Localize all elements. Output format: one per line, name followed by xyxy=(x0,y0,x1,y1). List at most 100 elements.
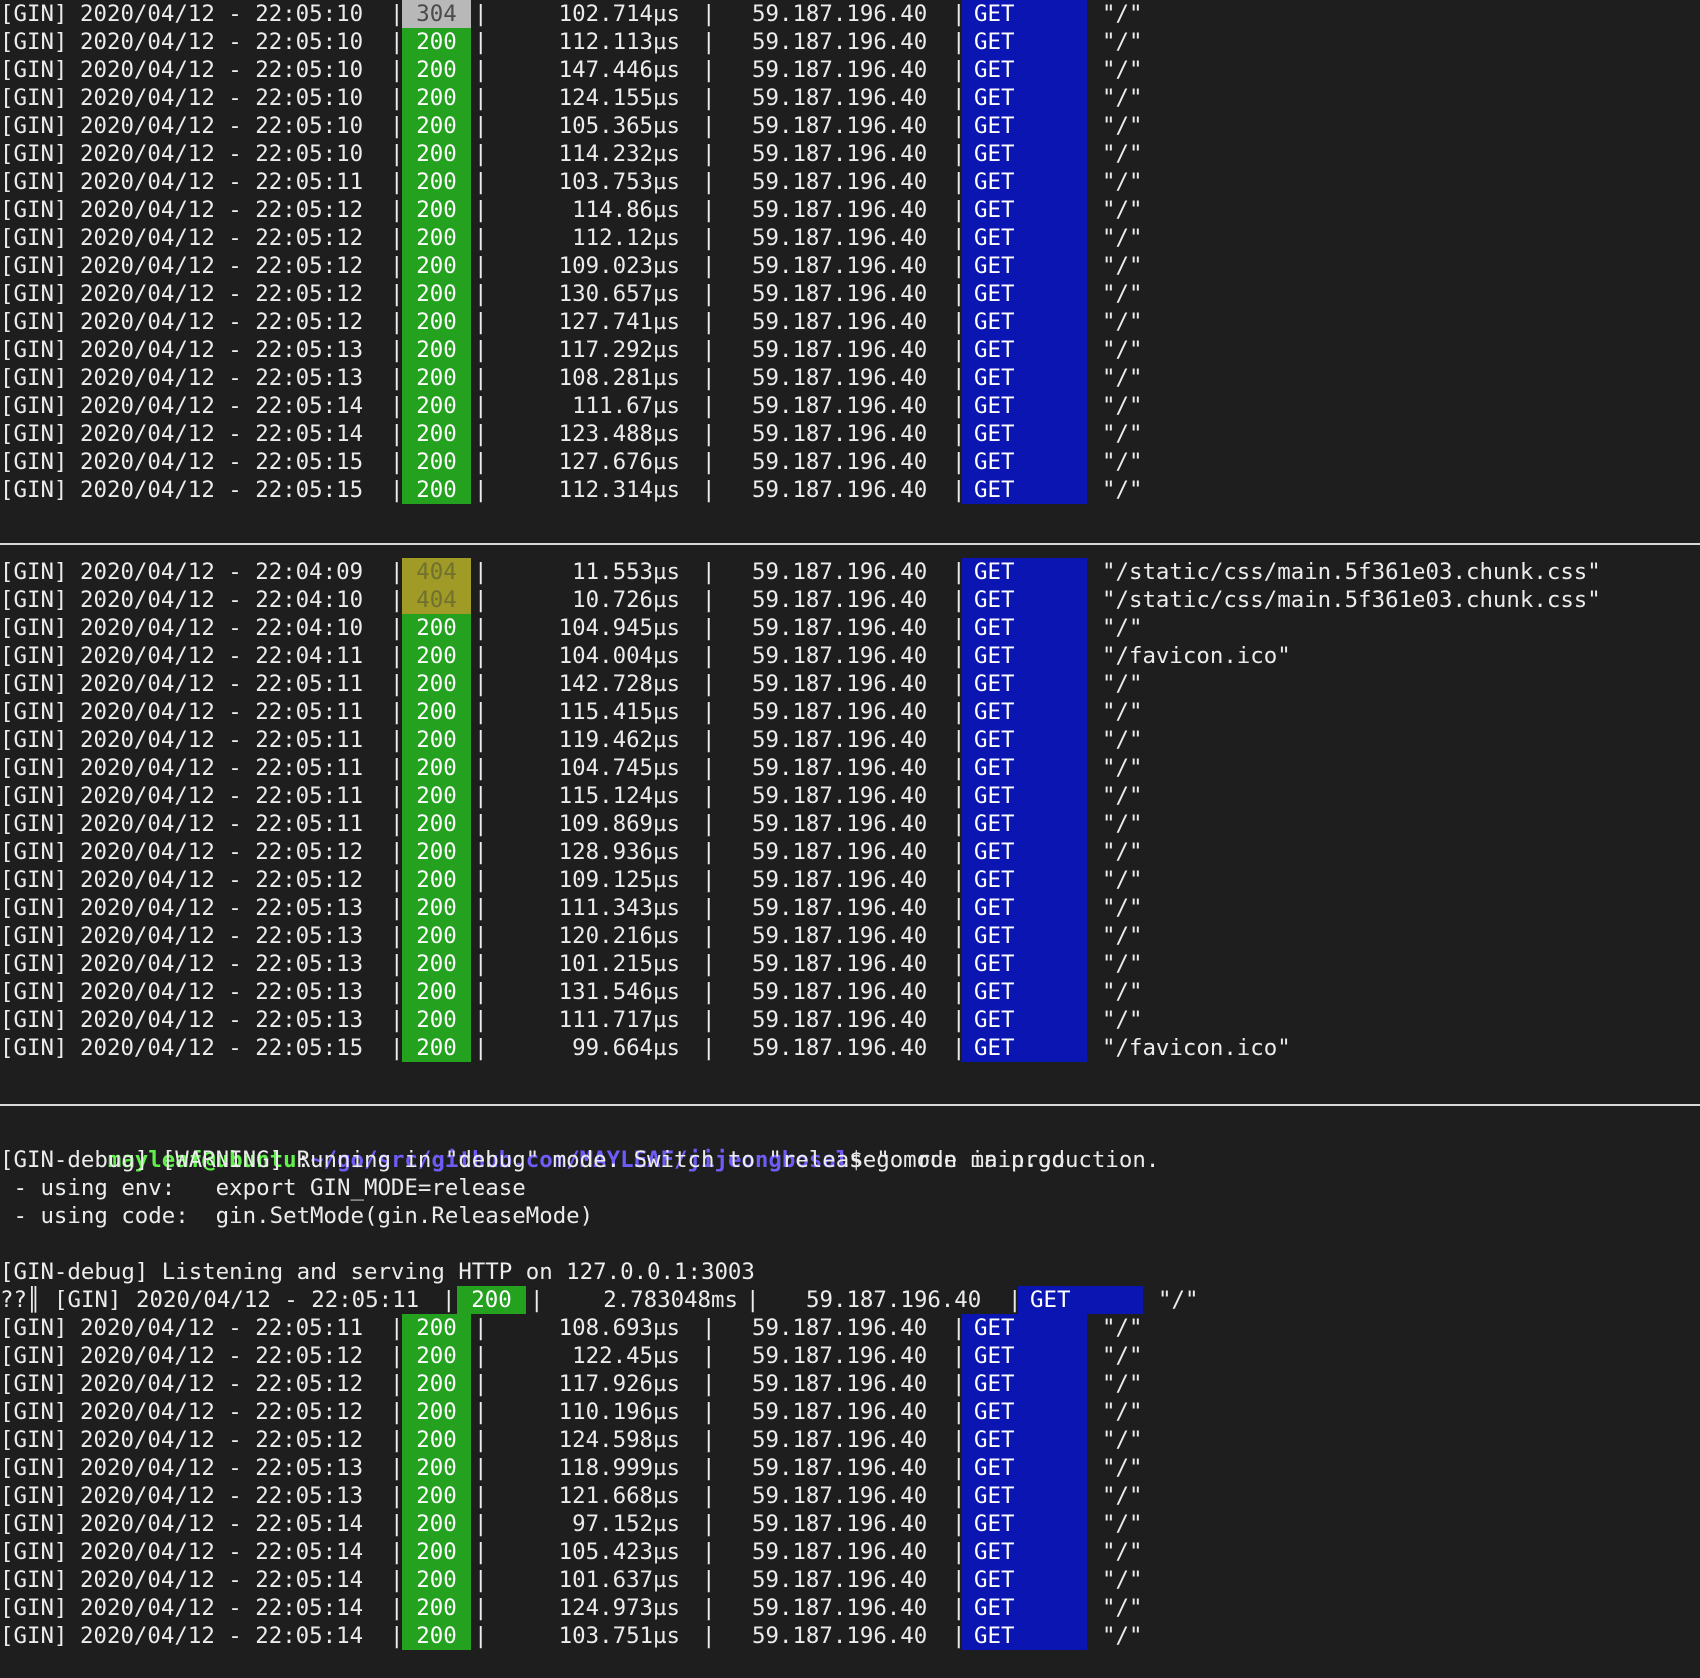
log-prefix: [GIN] xyxy=(0,839,68,865)
status-badge: 200 xyxy=(402,810,471,838)
pipe-separator: | xyxy=(474,1371,488,1397)
pipe-separator: | xyxy=(702,587,716,613)
log-timestamp: 2020/04/12 - 22:05:11 xyxy=(80,755,364,781)
terminal-window[interactable]: [GIN] 2020/04/12 - 22:05:10 | 304 | 102.714µs… xyxy=(0,0,1700,1662)
log-timestamp: 2020/04/12 - 22:05:11 xyxy=(80,783,364,809)
log-row: [GIN] 2020/04/12 - 22:05:12 | 200 | 110.196µs… xyxy=(0,1398,1700,1426)
pipe-separator: | xyxy=(474,559,488,585)
pipe-separator: | xyxy=(702,1,716,27)
log-client-ip: 59.187.196.40 xyxy=(752,113,928,139)
log-row: [GIN] 2020/04/12 - 22:05:13 | 200 | 117.292µs… xyxy=(0,336,1700,364)
log-prefix: [GIN] xyxy=(0,1483,68,1509)
log-client-ip: 59.187.196.40 xyxy=(752,1371,928,1397)
pipe-separator: | xyxy=(474,197,488,223)
pipe-separator: | xyxy=(702,337,716,363)
status-badge: 200 xyxy=(402,1566,471,1594)
log-timestamp: 2020/04/12 - 22:05:12 xyxy=(80,225,364,251)
pipe-separator: | xyxy=(702,979,716,1005)
log-row: [GIN] 2020/04/12 - 22:05:12 | 200 | 114.86µs |… xyxy=(0,196,1700,224)
log-client-ip: 59.187.196.40 xyxy=(752,281,928,307)
log-row: [GIN] 2020/04/12 - 22:05:14 | 200 | 103.751µs… xyxy=(0,1622,1700,1650)
terminal-pane-bottom[interactable]: mayleaf@ubuntu:~/go/src/github.com/MAYLE… xyxy=(0,1118,1700,1650)
log-row: [GIN] 2020/04/12 - 22:05:10 | 200 | 147.446µs… xyxy=(0,56,1700,84)
log-client-ip: 59.187.196.40 xyxy=(752,365,928,391)
pipe-separator: | xyxy=(702,951,716,977)
log-row: [GIN] 2020/04/12 - 22:05:13 | 200 | 121.668µs… xyxy=(0,1482,1700,1510)
log-timestamp: 2020/04/12 - 22:05:13 xyxy=(80,1007,364,1033)
log-row: [GIN] 2020/04/12 - 22:05:12 | 200 | 122.45µs |… xyxy=(0,1342,1700,1370)
log-client-ip: 59.187.196.40 xyxy=(752,1623,928,1649)
log-prefix: [GIN] xyxy=(0,29,68,55)
log-row: [GIN] 2020/04/12 - 22:05:13 | 200 | 131.546µs… xyxy=(0,978,1700,1006)
pipe-separator: | xyxy=(474,895,488,921)
log-latency: 120.216µs xyxy=(558,923,680,949)
log-row: [GIN] 2020/04/12 - 22:05:14 | 200 | 124.973µs… xyxy=(0,1594,1700,1622)
method-badge: GET xyxy=(962,866,1087,894)
log-latency: 147.446µs xyxy=(558,57,680,83)
method-badge: GET xyxy=(962,978,1087,1006)
status-badge: 200 xyxy=(402,922,471,950)
log-client-ip: 59.187.196.40 xyxy=(752,421,928,447)
log-path: "/" xyxy=(1102,1511,1143,1537)
status-badge: 200 xyxy=(402,84,471,112)
status-badge: 200 xyxy=(402,950,471,978)
method-badge: GET xyxy=(962,448,1087,476)
log-path: "/" xyxy=(1102,29,1143,55)
log-path: "/favicon.ico" xyxy=(1102,1035,1291,1061)
log-latency: 131.546µs xyxy=(558,979,680,1005)
log-timestamp: 2020/04/12 - 22:05:12 xyxy=(80,281,364,307)
terminal-pane-middle[interactable]: [GIN] 2020/04/12 - 22:04:09 | 404 | 11.553µs |… xyxy=(0,558,1700,1062)
log-latency: 111.717µs xyxy=(558,1007,680,1033)
pipe-separator: | xyxy=(702,1007,716,1033)
method-badge: GET xyxy=(962,476,1087,504)
log-path: "/" xyxy=(1102,365,1143,391)
log-prefix: [GIN] xyxy=(0,727,68,753)
log-client-ip: 59.187.196.40 xyxy=(752,85,928,111)
log-row: [GIN] 2020/04/12 - 22:05:12 | 200 | 109.125µs… xyxy=(0,866,1700,894)
pipe-separator: | xyxy=(474,1511,488,1537)
log-client-ip: 59.187.196.40 xyxy=(752,1455,928,1481)
log-timestamp: 2020/04/12 - 22:05:12 xyxy=(80,1371,364,1397)
pipe-separator: | xyxy=(702,1035,716,1061)
status-badge: 404 xyxy=(402,558,471,586)
terminal-pane-top[interactable]: [GIN] 2020/04/12 - 22:05:10 | 304 | 102.714µs… xyxy=(0,0,1700,504)
log-latency: 112.113µs xyxy=(558,29,680,55)
status-badge: 200 xyxy=(402,364,471,392)
log-latency: 104.745µs xyxy=(558,755,680,781)
log-path: "/" xyxy=(1102,783,1143,809)
method-badge: GET xyxy=(962,586,1087,614)
log-row: [GIN] 2020/04/12 - 22:05:11 | 200 | 142.728µs… xyxy=(0,670,1700,698)
pipe-separator: | xyxy=(474,923,488,949)
log-row: [GIN] 2020/04/12 - 22:05:15 | 200 | 127.676µs… xyxy=(0,448,1700,476)
log-timestamp: 2020/04/12 - 22:05:13 xyxy=(80,1455,364,1481)
log-prefix: [GIN] xyxy=(0,1399,68,1425)
log-path: "/" xyxy=(1102,421,1143,447)
log-row: [GIN] 2020/04/12 - 22:05:13 | 200 | 101.215µs… xyxy=(0,950,1700,978)
pipe-separator: | xyxy=(702,1567,716,1593)
method-badge: GET xyxy=(962,1398,1087,1426)
log-latency: 130.657µs xyxy=(558,281,680,307)
pipe-separator: | xyxy=(474,867,488,893)
log-latency: 124.155µs xyxy=(558,85,680,111)
method-badge: GET xyxy=(962,1006,1087,1034)
method-badge: GET xyxy=(962,782,1087,810)
pipe-separator: | xyxy=(474,57,488,83)
log-client-ip: 59.187.196.40 xyxy=(752,1315,928,1341)
log-path: "/" xyxy=(1102,57,1143,83)
log-prefix: [GIN] xyxy=(0,477,68,503)
pane-divider[interactable] xyxy=(0,1104,1700,1106)
log-prefix: [GIN] xyxy=(54,1287,122,1313)
log-latency: 127.676µs xyxy=(558,449,680,475)
pipe-separator: | xyxy=(702,727,716,753)
method-badge: GET xyxy=(962,364,1087,392)
log-row: [GIN] 2020/04/12 - 22:05:13 | 200 | 111.343µs… xyxy=(0,894,1700,922)
pipe-separator: | xyxy=(702,309,716,335)
log-row: [GIN] 2020/04/12 - 22:05:11 | 200 | 115.124µs… xyxy=(0,782,1700,810)
method-badge: GET xyxy=(962,810,1087,838)
status-badge: 200 xyxy=(402,698,471,726)
pane-divider[interactable] xyxy=(0,543,1700,545)
log-row: [GIN] 2020/04/12 - 22:05:11 | 200 | 104.745µs… xyxy=(0,754,1700,782)
log-latency: 103.751µs xyxy=(558,1623,680,1649)
log-latency: 109.869µs xyxy=(558,811,680,837)
log-path: "/" xyxy=(1102,1007,1143,1033)
